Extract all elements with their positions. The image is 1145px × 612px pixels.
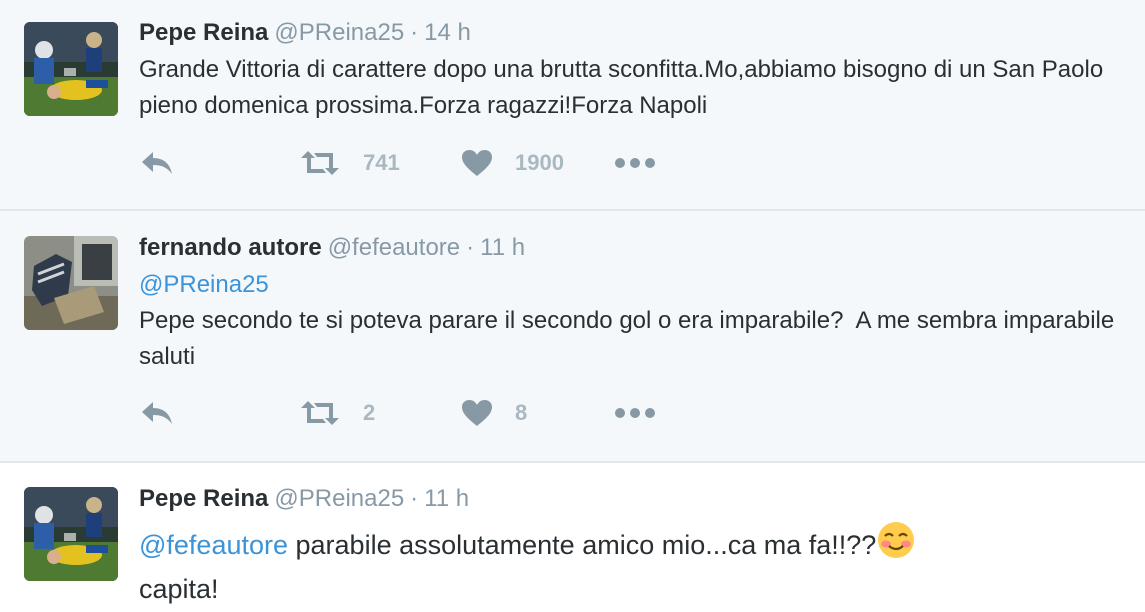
more-icon xyxy=(615,408,655,418)
avatar[interactable] xyxy=(24,22,118,116)
tweet[interactable]: fernando autore @fefeautore · 11 h @PReina2… xyxy=(0,211,1145,463)
more-button[interactable] xyxy=(614,398,656,428)
tweet-text: parabile assolutamente amico mio...ca ma… xyxy=(288,530,877,560)
author-name[interactable]: Pepe Reina xyxy=(139,485,268,512)
tweet-body: @PReina25 Pepe secondo te si poteva parar… xyxy=(139,267,1139,375)
tweet-text: Pepe secondo te si poteva parare il seco… xyxy=(139,307,1121,370)
shoes-photo-avatar xyxy=(24,236,118,330)
retweet-button[interactable]: 741 xyxy=(299,148,400,178)
author-handle[interactable]: @fefeautore xyxy=(328,234,460,261)
more-button[interactable] xyxy=(614,148,656,178)
retweet-icon xyxy=(301,151,339,175)
author-name[interactable]: fernando autore xyxy=(139,234,322,261)
retweet-icon xyxy=(301,401,339,425)
reply-icon xyxy=(142,152,172,174)
separator-dot: · xyxy=(410,485,419,512)
tweet[interactable]: Pepe Reina @PReina25 · 14 h Grande Vittoria… xyxy=(0,0,1145,211)
tweet-body: @fefeautore parabile assolutamente amico… xyxy=(139,520,1139,611)
football-photo-avatar xyxy=(24,487,118,581)
avatar[interactable] xyxy=(24,487,118,581)
heart-icon xyxy=(462,400,492,426)
author-handle[interactable]: @PReina25 xyxy=(274,485,404,512)
timestamp[interactable]: 11 h xyxy=(424,485,469,512)
timestamp[interactable]: 11 h xyxy=(480,234,525,261)
retweet-count: 741 xyxy=(363,150,400,175)
heart-icon xyxy=(462,150,492,176)
timeline: Pepe Reina @PReina25 · 14 h Grande Vittoria… xyxy=(0,0,1145,612)
tweet-text: Grande Vittoria di carattere dopo una br… xyxy=(139,56,1110,119)
football-photo-avatar xyxy=(24,22,118,116)
reply-button[interactable] xyxy=(139,148,175,178)
separator-dot: · xyxy=(410,19,419,46)
separator-dot: · xyxy=(466,234,475,261)
reply-icon xyxy=(142,402,172,424)
reply-button[interactable] xyxy=(139,398,175,428)
tweet-text-continued: capita! xyxy=(139,574,219,604)
mention-link[interactable]: @PReina25 xyxy=(139,271,269,298)
tweet[interactable]: Pepe Reina @PReina25 · 11 h @fefeautore par… xyxy=(0,463,1145,612)
like-button[interactable]: 8 xyxy=(461,398,527,428)
mention-link[interactable]: @fefeautore xyxy=(139,530,288,560)
timestamp[interactable]: 14 h xyxy=(424,19,471,46)
like-count: 8 xyxy=(515,400,528,425)
retweet-count: 2 xyxy=(363,400,376,425)
retweet-button[interactable]: 2 xyxy=(299,398,375,428)
more-icon xyxy=(615,158,655,168)
like-button[interactable]: 1900 xyxy=(461,148,564,178)
author-handle[interactable]: @PReina25 xyxy=(274,19,404,46)
author-name[interactable]: Pepe Reina xyxy=(139,19,268,46)
smiling-blush-emoji-icon xyxy=(878,522,915,558)
avatar[interactable] xyxy=(24,236,118,330)
like-count: 1900 xyxy=(515,150,564,175)
